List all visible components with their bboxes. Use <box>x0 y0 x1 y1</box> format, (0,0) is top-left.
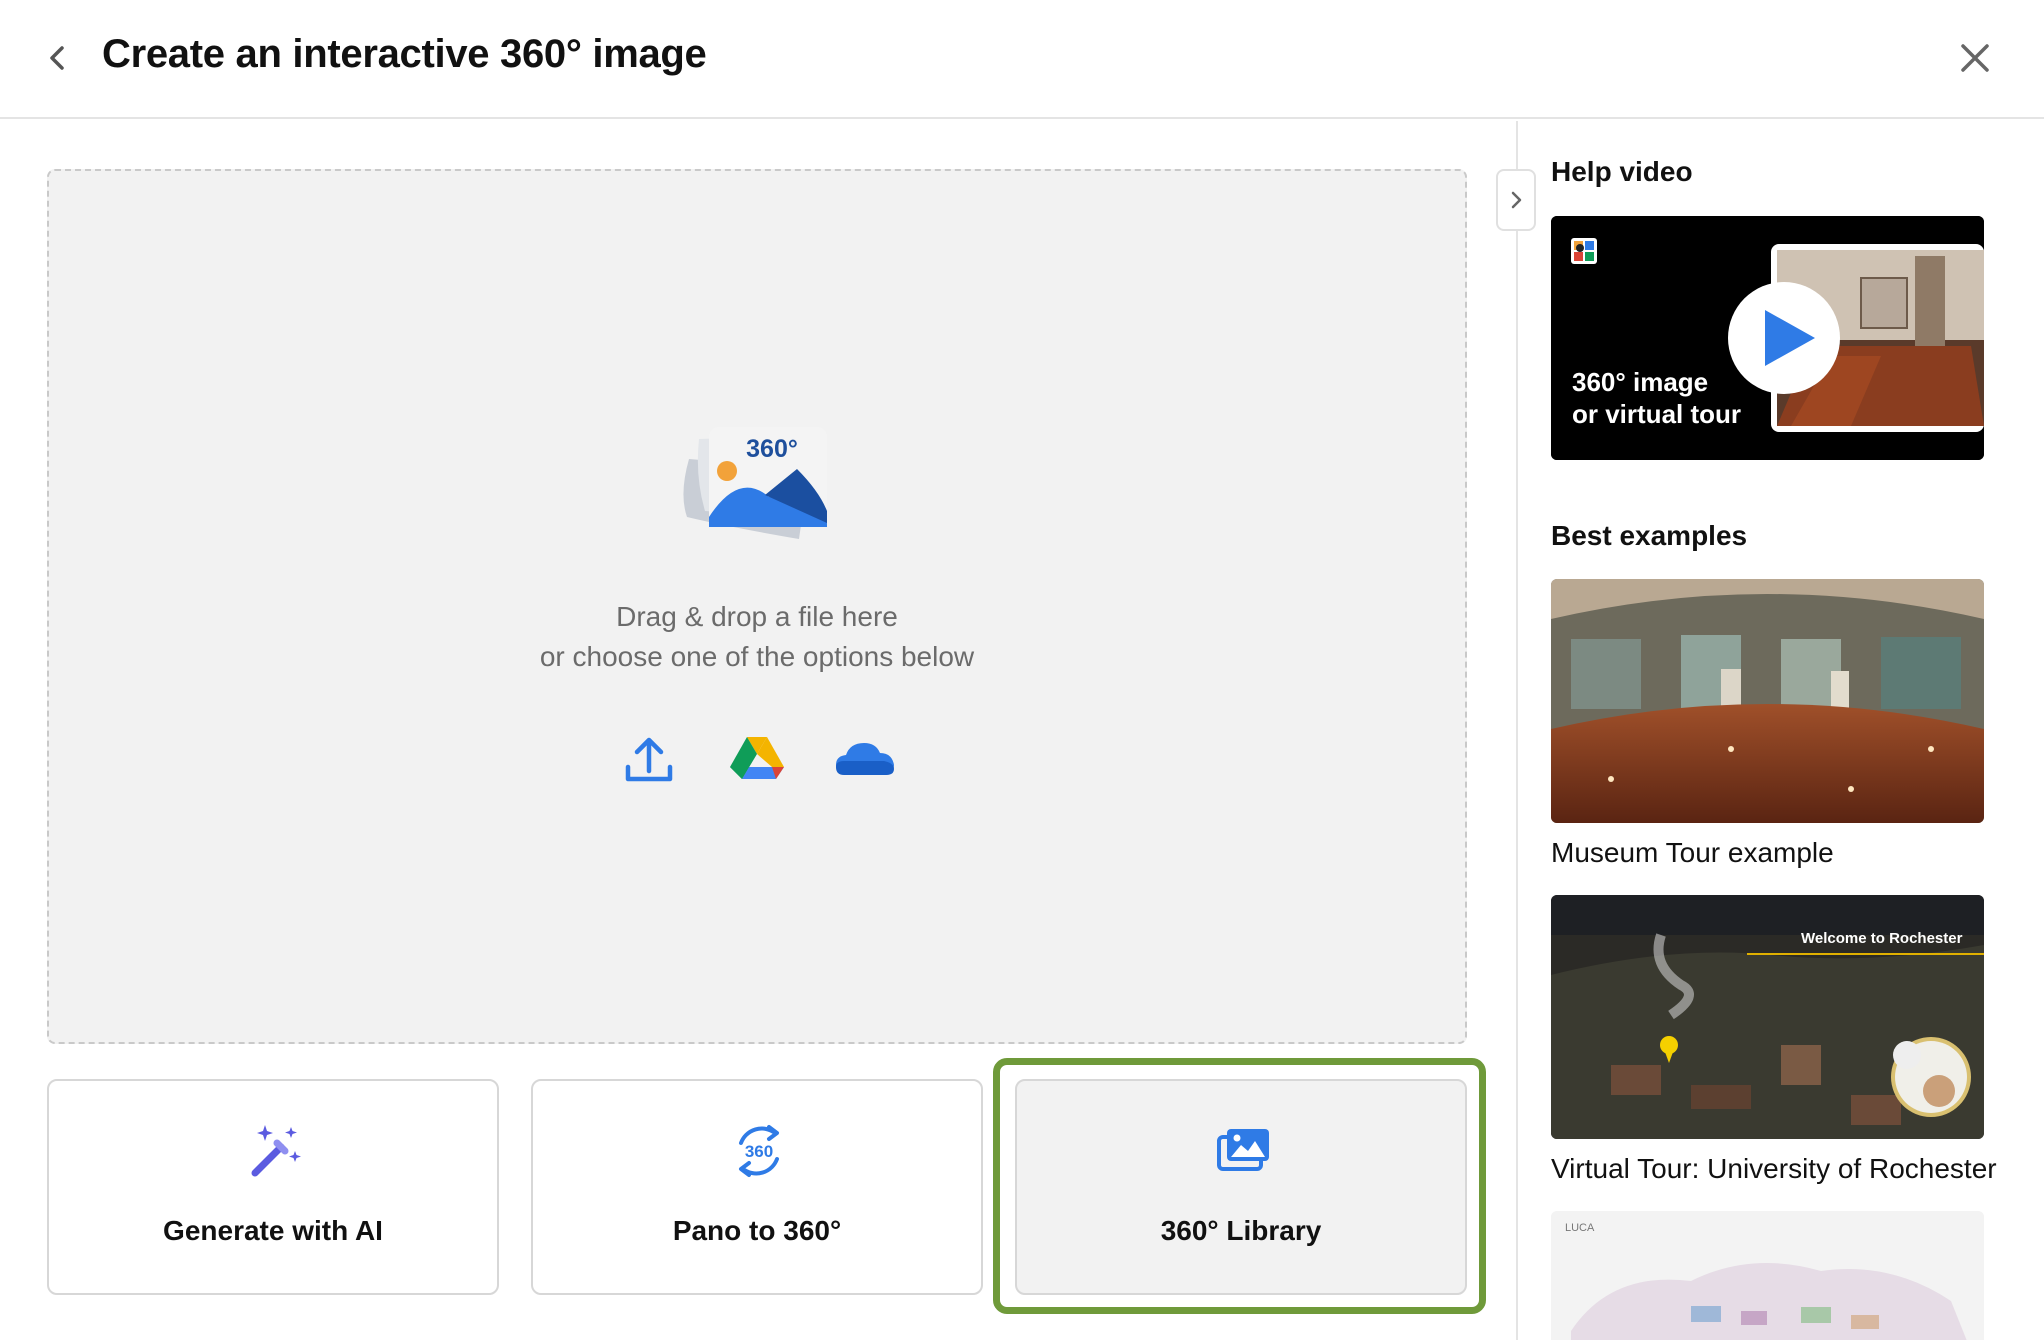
image-library-icon <box>1217 1129 1269 1171</box>
pano-to-360-button[interactable]: 360 Pano to 360° <box>531 1079 983 1295</box>
museum-panorama-image <box>1551 579 1984 823</box>
help-video-heading: Help video <box>1551 156 1693 187</box>
generate-with-ai-button[interactable]: Generate with AI <box>47 1079 499 1295</box>
pano-badge: 360 <box>745 1142 773 1161</box>
example-thumbnail-museum[interactable] <box>1551 579 1984 823</box>
dialog-header: Create an interactive 360° image <box>0 0 2044 119</box>
video-caption-line2: or virtual tour <box>1572 399 1742 429</box>
chevron-right-icon <box>1511 191 1522 209</box>
dropzone-instruction: Drag & drop a file here <box>616 601 898 632</box>
example-label-museum[interactable]: Museum Tour example <box>1551 837 1834 869</box>
360-library-label: 360° Library <box>1160 1215 1322 1246</box>
example-thumbnail-luca[interactable]: LUCA <box>1551 1211 1984 1340</box>
luca-overlay-title: LUCA <box>1565 1222 1595 1234</box>
sidebar-collapse-button[interactable] <box>1496 169 1536 231</box>
main-content: 360° Drag & drop a file here or choose o… <box>0 121 1516 1340</box>
best-examples-heading: Best examples <box>1551 520 1748 551</box>
page-title: Create an interactive 360° image <box>102 32 707 76</box>
help-video-thumbnail[interactable]: 360° image or virtual tour <box>1551 216 1984 460</box>
help-video-caption: 360° image or virtual tour <box>1572 366 1741 430</box>
illustration-badge: 360° <box>746 435 798 463</box>
onedrive-icon[interactable] <box>830 731 900 791</box>
upload-sources <box>49 731 1465 791</box>
dropzone-subinstruction: or choose one of the options below <box>539 641 975 672</box>
generate-with-ai-label: Generate with AI <box>163 1215 383 1246</box>
example-label-rochester[interactable]: Virtual Tour: University of Rochester <box>1551 1153 1997 1185</box>
rochester-aerial-image: Welcome to Rochester <box>1551 895 1984 1139</box>
example-thumbnail-rochester[interactable]: Welcome to Rochester <box>1551 895 1984 1139</box>
google-drive-icon[interactable] <box>722 731 792 791</box>
video-caption-line1: 360° image <box>1572 367 1709 397</box>
chevron-left-icon[interactable] <box>40 40 76 76</box>
file-dropzone[interactable]: 360° Drag & drop a file here or choose o… <box>47 169 1467 1044</box>
rochester-overlay-title: Welcome to Rochester <box>1801 930 1963 947</box>
panorama-image-icon: 360° <box>683 427 827 539</box>
rotate-360-icon: 360 <box>739 1125 779 1177</box>
luca-map-image: LUCA <box>1551 1211 1984 1340</box>
help-sidebar: Help video 360° image or virtual tour Be… <box>1516 121 2044 1340</box>
upload-icon[interactable] <box>614 731 684 791</box>
360-library-button[interactable]: 360° Library <box>1015 1079 1467 1295</box>
close-icon[interactable] <box>1955 38 1995 78</box>
magic-wand-icon <box>251 1125 301 1177</box>
pano-to-360-label: Pano to 360° <box>672 1215 842 1246</box>
